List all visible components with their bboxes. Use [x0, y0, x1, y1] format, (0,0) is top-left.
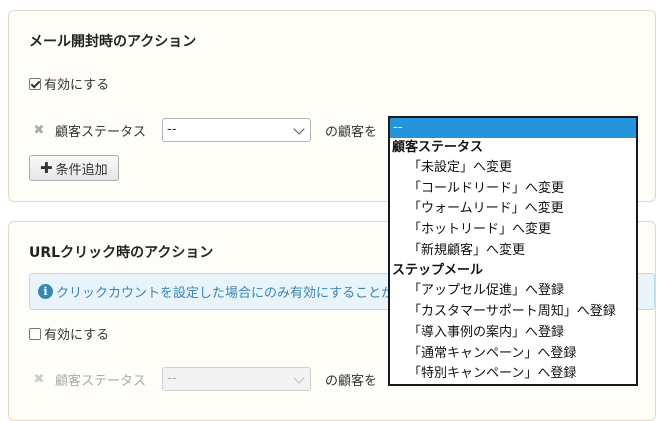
url-click-section-title: URLクリック時のアクション	[29, 245, 214, 261]
customer-status-select-value: --	[167, 122, 177, 137]
customer-status-select-disabled: --	[162, 367, 311, 391]
mail-open-enable-checkbox[interactable]	[29, 77, 41, 90]
action-select-dropdown[interactable]: -- 顧客ステータス 「未設定」へ変更 「コールドリード」へ変更 「ウォームリー…	[388, 116, 638, 386]
url-click-enable-checkbox[interactable]	[29, 327, 41, 340]
info-icon: i	[38, 284, 53, 299]
dropdown-option[interactable]: 「アップセル促進」へ登録	[390, 281, 636, 302]
mail-open-section-title: メール開封時のアクション	[29, 34, 197, 50]
mail-open-enable-checkbox-row[interactable]: 有効にする	[29, 74, 109, 93]
dropdown-option[interactable]: 「ホットリード」へ変更	[390, 220, 636, 241]
customer-status-select-disabled-value: --	[167, 371, 177, 386]
chevron-down-icon	[293, 372, 305, 384]
dropdown-option[interactable]: 「特別キャンペーン」へ登録	[390, 364, 636, 385]
chevron-down-icon	[293, 123, 305, 135]
dropdown-group-customer-status: 顧客ステータス	[392, 140, 484, 155]
plus-icon: ✚	[40, 159, 53, 177]
dropdown-group-step-mail: ステップメール	[392, 263, 484, 279]
remove-condition-icon[interactable]: ✖	[27, 123, 51, 138]
url-click-enable-label: 有効にする	[44, 328, 110, 343]
add-condition-label: 条件追加	[55, 162, 108, 178]
dropdown-option[interactable]: 「カスタマーサポート周知」へ登録	[390, 302, 636, 323]
dropdown-option-selected[interactable]: --	[390, 118, 636, 138]
condition-label: 顧客ステータス	[55, 124, 147, 140]
dropdown-option[interactable]: 「導入事例の案内」へ登録	[390, 323, 636, 344]
mail-open-enable-label: 有効にする	[44, 78, 110, 93]
url-click-condition-row: ✖ 顧客ステータス -- の顧客を	[27, 367, 377, 391]
remove-condition-icon-disabled: ✖	[33, 371, 45, 387]
mail-open-condition-row: ✖ 顧客ステータス -- の顧客を	[27, 118, 377, 142]
dropdown-option[interactable]: 「新規顧客」へ変更	[390, 241, 636, 262]
dropdown-option[interactable]: 「ウォームリード」へ変更	[390, 199, 636, 220]
condition-suffix: の顧客を	[325, 124, 378, 140]
url-click-enable-checkbox-row[interactable]: 有効にする	[29, 324, 109, 343]
dropdown-option[interactable]: 「通常キャンペーン」へ登録	[390, 344, 636, 365]
condition-label-disabled: 顧客ステータス	[55, 373, 147, 389]
add-condition-button[interactable]: ✚ 条件追加	[29, 155, 119, 181]
condition-suffix-disabled: の顧客を	[325, 373, 378, 389]
dropdown-option[interactable]: 「未設定」へ変更	[390, 158, 636, 179]
dropdown-option[interactable]: 「コールドリード」へ変更	[390, 179, 636, 200]
customer-status-select[interactable]: --	[162, 118, 311, 142]
